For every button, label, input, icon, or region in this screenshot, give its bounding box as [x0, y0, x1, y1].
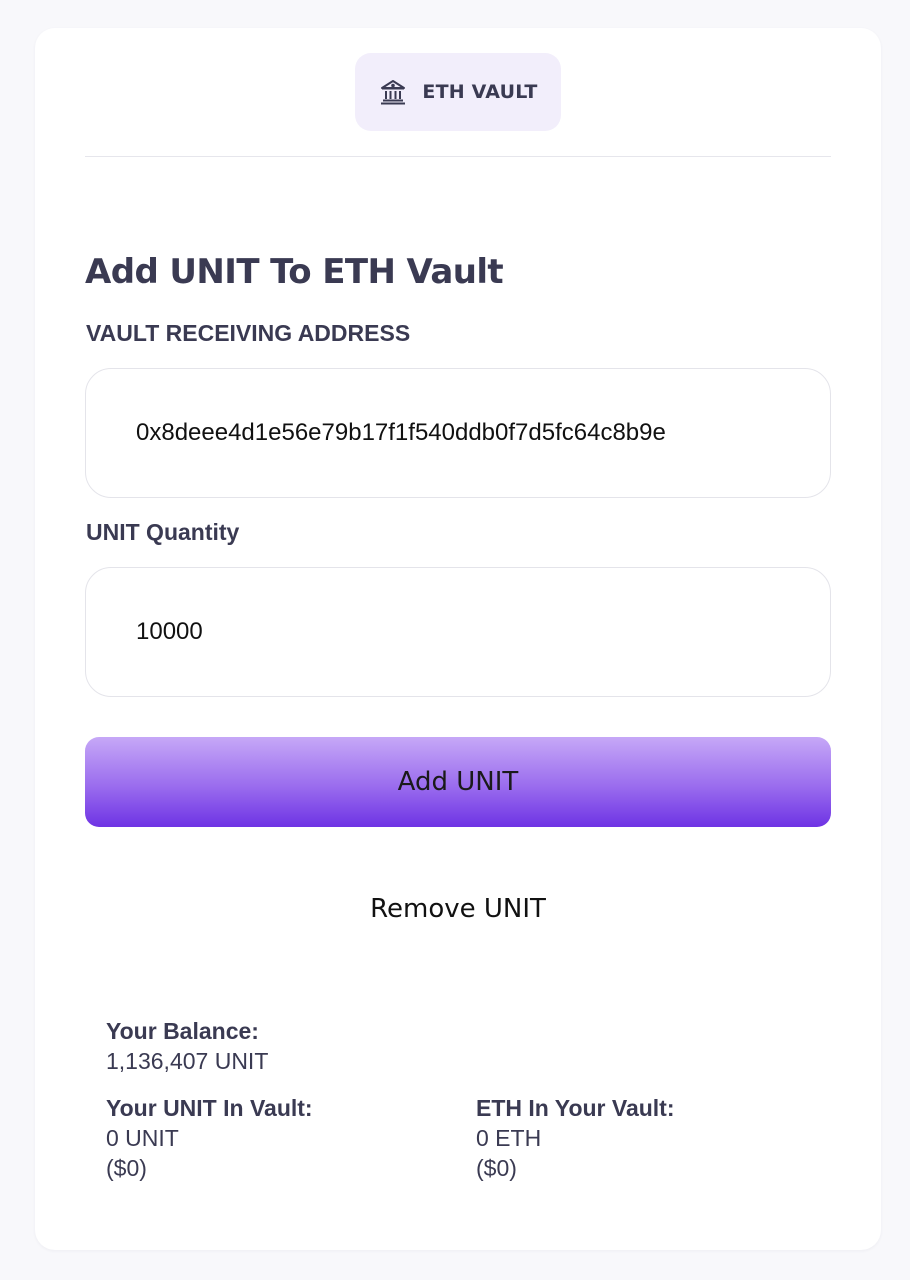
add-unit-button-label: Add UNIT	[397, 767, 519, 797]
unit-in-vault-stat: Your UNIT In Vault: 0 UNIT ($0)	[106, 1093, 313, 1183]
balance-label: Your Balance:	[106, 1018, 259, 1044]
address-input[interactable]	[136, 369, 806, 497]
unit-in-vault-usd: ($0)	[106, 1155, 147, 1181]
unit-in-vault-value: 0 UNIT	[106, 1125, 179, 1151]
header-divider	[85, 156, 831, 157]
eth-in-vault-value: 0 ETH	[476, 1125, 542, 1151]
tab-eth-vault[interactable]: ETH VAULT	[355, 53, 561, 131]
quantity-input[interactable]	[136, 568, 806, 696]
balance-value: 1,136,407 UNIT	[106, 1048, 269, 1074]
quantity-field-box	[85, 567, 831, 697]
balance-stat: Your Balance: 1,136,407 UNIT	[106, 1016, 268, 1076]
address-label: VAULT RECEIVING ADDRESS	[86, 320, 411, 346]
address-field-box	[85, 368, 831, 498]
remove-unit-link[interactable]: Remove UNIT	[85, 894, 831, 924]
page-title: Add UNIT To ETH Vault	[85, 252, 504, 292]
tab-label: ETH VAULT	[422, 81, 538, 103]
add-unit-button[interactable]: Add UNIT	[85, 737, 831, 827]
eth-in-vault-stat: ETH In Your Vault: 0 ETH ($0)	[476, 1093, 675, 1183]
vault-card: ETH VAULT Add UNIT To ETH Vault VAULT RE…	[35, 28, 881, 1250]
bank-icon	[378, 77, 408, 107]
quantity-label: UNIT Quantity	[86, 519, 240, 545]
unit-in-vault-label: Your UNIT In Vault:	[106, 1095, 313, 1121]
eth-in-vault-usd: ($0)	[476, 1155, 517, 1181]
eth-in-vault-label: ETH In Your Vault:	[476, 1095, 675, 1121]
